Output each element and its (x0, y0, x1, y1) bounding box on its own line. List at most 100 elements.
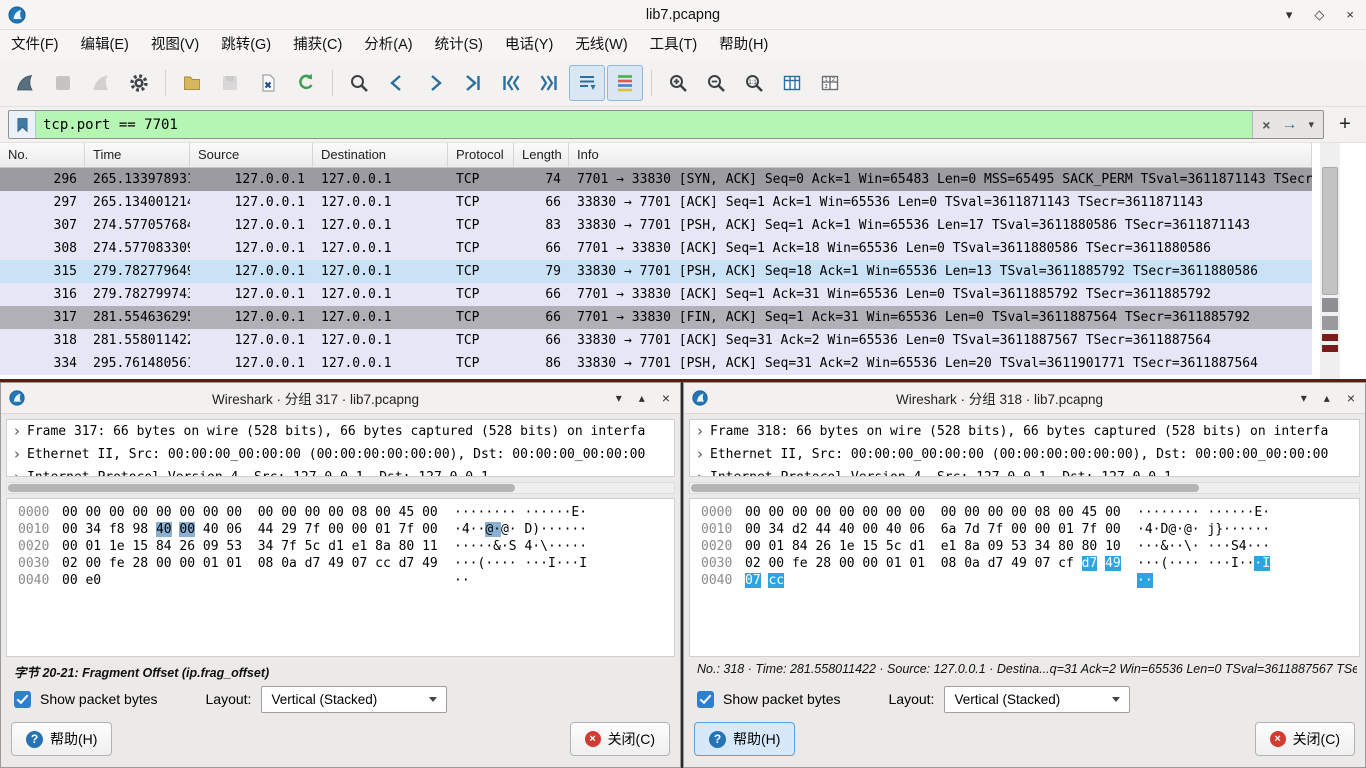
capture-options-button[interactable] (121, 65, 157, 101)
hex-dump[interactable]: 000000 00 00 00 00 00 00 00 00 00 00 00 … (689, 498, 1360, 657)
column-header-time[interactable]: Time (85, 143, 190, 167)
tree-hscrollbar[interactable] (689, 482, 1360, 494)
help-button[interactable]: ?帮助(H) (11, 722, 112, 756)
menu-help[interactable]: 帮助(H) (708, 30, 779, 60)
hex-bytes[interactable]: 00 01 1e 15 84 26 09 53 34 7f 5c d1 e1 8… (62, 538, 454, 555)
menu-telephony[interactable]: 电话(Y) (494, 30, 564, 60)
hex-bytes[interactable]: 00 01 84 26 1e 15 5c d1 e1 8a 09 53 34 8… (745, 538, 1137, 555)
expand-icon[interactable]: › (690, 466, 710, 477)
hex-bytes[interactable]: 07 cc (745, 572, 1137, 589)
filter-bookmark-icon[interactable] (9, 111, 36, 138)
go-to-packet-button[interactable] (455, 65, 491, 101)
normal-size-button[interactable]: 1:1 (736, 65, 772, 101)
scrollbar-thumb[interactable] (691, 484, 1199, 492)
help-button[interactable]: ?帮助(H) (694, 722, 795, 756)
filter-dropdown-icon[interactable]: ▾ (1308, 118, 1314, 131)
minimize-icon[interactable]: ▾ (616, 391, 622, 405)
add-filter-button[interactable]: + (1332, 113, 1358, 136)
show-packet-bytes-checkbox[interactable] (14, 691, 31, 708)
menu-wireless[interactable]: 无线(W) (564, 30, 638, 60)
first-packet-button[interactable] (493, 65, 529, 101)
layout-select[interactable]: Vertical (Stacked) (261, 686, 447, 713)
menu-view[interactable]: 视图(V) (140, 30, 210, 60)
expand-icon[interactable]: › (690, 443, 710, 466)
filter-apply-icon[interactable]: → (1281, 116, 1297, 134)
scrollbar-thumb[interactable] (8, 484, 515, 492)
column-header-length[interactable]: Length (514, 143, 569, 167)
hex-bytes[interactable]: 02 00 fe 28 00 00 01 01 08 0a d7 49 07 c… (745, 555, 1137, 572)
hex-bytes[interactable]: 00 34 d2 44 40 00 40 06 6a 7d 7f 00 00 0… (745, 521, 1137, 538)
tree-row[interactable]: ›Ethernet II, Src: 00:00:00_00:00:00 (00… (690, 443, 1359, 466)
menu-edit[interactable]: 编辑(E) (70, 30, 140, 60)
close-file-button[interactable] (250, 65, 286, 101)
menu-file[interactable]: 文件(F) (0, 30, 70, 60)
maximize-icon[interactable]: ◇ (1314, 7, 1324, 23)
close-icon[interactable]: × (1346, 7, 1354, 22)
tree-row-clipped[interactable]: ›Internet Protocol Version 4, Src: 127.0… (7, 466, 674, 477)
tree-row[interactable]: ›Frame 317: 66 bytes on wire (528 bits),… (7, 420, 674, 443)
column-header-no[interactable]: No. (0, 143, 85, 167)
go-back-button[interactable] (379, 65, 415, 101)
window-titlebar[interactable]: lib7.pcapng ▾ ◇ × (0, 0, 1366, 30)
packet-row-315[interactable]: 315279.782779649127.0.0.1127.0.0.1TCP793… (0, 260, 1312, 283)
minimize-icon[interactable]: ▾ (1286, 7, 1293, 23)
hex-bytes[interactable]: 00 00 00 00 00 00 00 00 00 00 00 00 08 0… (745, 504, 1137, 521)
zoom-out-button[interactable] (698, 65, 734, 101)
maximize-icon[interactable]: ▴ (639, 391, 645, 405)
hex-ascii[interactable]: ·4·D@·@· j}······ (1137, 521, 1270, 538)
tree-row-clipped[interactable]: ›Internet Protocol Version 4, Src: 127.0… (690, 466, 1359, 477)
filter-clear-icon[interactable]: × (1262, 117, 1270, 133)
hex-bytes[interactable]: 02 00 fe 28 00 00 01 01 08 0a d7 49 07 c… (62, 555, 454, 572)
menu-go[interactable]: 跳转(G) (210, 30, 282, 60)
hex-row[interactable]: 004007 cc·· (701, 572, 1359, 589)
hex-ascii[interactable]: ···(···· ···I···I (454, 555, 587, 572)
packet-row-307[interactable]: 307274.577057684127.0.0.1127.0.0.1TCP833… (0, 214, 1312, 237)
detail-titlebar[interactable]: Wireshark · 分组 317 · lib7.pcapng▾▴× (1, 383, 680, 414)
find-packet-button[interactable] (341, 65, 377, 101)
last-packet-button[interactable] (531, 65, 567, 101)
filter-text[interactable]: tcp.port == 7701 (36, 117, 1252, 133)
protocol-tree[interactable]: ›Frame 318: 66 bytes on wire (528 bits),… (689, 419, 1360, 477)
hex-bytes[interactable]: 00 e0 (62, 572, 454, 589)
zoom-in-button[interactable] (660, 65, 696, 101)
packet-row-317[interactable]: 317281.554636295127.0.0.1127.0.0.1TCP667… (0, 306, 1312, 329)
menu-capture[interactable]: 捕获(C) (282, 30, 353, 60)
hex-row[interactable]: 000000 00 00 00 00 00 00 00 00 00 00 00 … (701, 504, 1359, 521)
hex-ascii[interactable]: ·····&·S 4·\····· (454, 538, 587, 555)
tree-row[interactable]: ›Frame 318: 66 bytes on wire (528 bits),… (690, 420, 1359, 443)
hex-row[interactable]: 003002 00 fe 28 00 00 01 01 08 0a d7 49 … (18, 555, 674, 572)
hex-ascii[interactable]: ·· (454, 572, 470, 589)
hex-row[interactable]: 001000 34 d2 44 40 00 40 06 6a 7d 7f 00 … (701, 521, 1359, 538)
go-forward-button[interactable] (417, 65, 453, 101)
close-icon[interactable]: × (662, 390, 670, 406)
resize-columns-button[interactable] (774, 65, 810, 101)
hex-ascii[interactable]: ···(···· ···I···I (1137, 555, 1270, 572)
menu-tools[interactable]: 工具(T) (639, 30, 709, 60)
show-packet-bytes-checkbox[interactable] (697, 691, 714, 708)
packet-row-296[interactable]: 296265.133978931127.0.0.1127.0.0.1TCP747… (0, 168, 1312, 191)
display-filter-input[interactable]: tcp.port == 7701 × → ▾ (8, 110, 1324, 139)
column-header-destination[interactable]: Destination (313, 143, 448, 167)
start-capture-button[interactable] (7, 65, 43, 101)
column-header-protocol[interactable]: Protocol (448, 143, 514, 167)
expand-icon[interactable]: › (690, 420, 710, 443)
maximize-icon[interactable]: ▴ (1324, 391, 1330, 405)
hex-row[interactable]: 002000 01 1e 15 84 26 09 53 34 7f 5c d1 … (18, 538, 674, 555)
packet-list-scrollbar[interactable] (1320, 143, 1340, 379)
hex-bytes[interactable]: 00 34 f8 98 40 00 40 06 44 29 7f 00 00 0… (62, 521, 454, 538)
hex-row[interactable]: 004000 e0·· (18, 572, 674, 589)
expand-icon[interactable]: › (7, 420, 27, 443)
protocol-tree[interactable]: ›Frame 317: 66 bytes on wire (528 bits),… (6, 419, 675, 477)
detail-titlebar[interactable]: Wireshark · 分组 318 · lib7.pcapng▾▴× (684, 383, 1365, 414)
column-header-source[interactable]: Source (190, 143, 313, 167)
hex-row[interactable]: 000000 00 00 00 00 00 00 00 00 00 00 00 … (18, 504, 674, 521)
tree-hscrollbar[interactable] (6, 482, 675, 494)
hex-ascii[interactable]: ·· (1137, 572, 1153, 589)
packet-row-308[interactable]: 308274.577083309127.0.0.1127.0.0.1TCP667… (0, 237, 1312, 260)
packet-row-318[interactable]: 318281.558011422127.0.0.1127.0.0.1TCP663… (0, 329, 1312, 352)
menu-analyze[interactable]: 分析(A) (353, 30, 423, 60)
open-file-button[interactable] (174, 65, 210, 101)
hex-ascii[interactable]: ········ ······E· (1137, 504, 1270, 521)
layout-select[interactable]: Vertical (Stacked) (944, 686, 1130, 713)
expand-icon[interactable]: › (7, 466, 27, 477)
